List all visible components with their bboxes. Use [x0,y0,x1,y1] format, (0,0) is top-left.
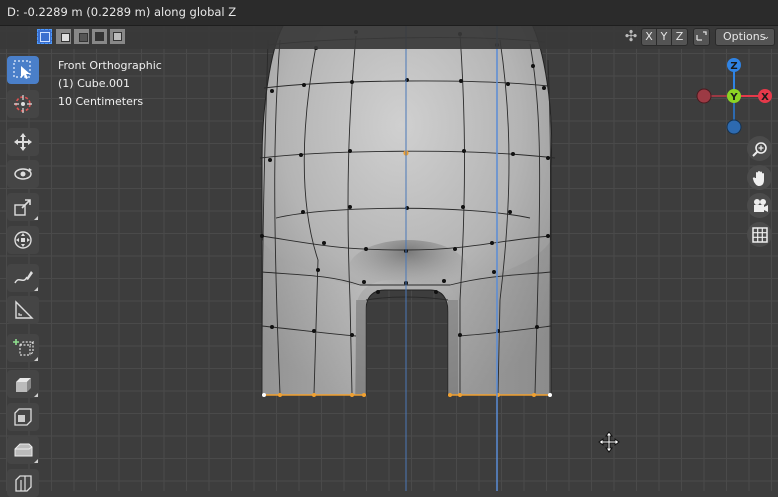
gizmo-x-label: X [761,92,769,103]
select-intersect-icon[interactable] [110,29,125,44]
gizmo-neg-x [696,88,712,104]
gizmo-neg-z [726,119,742,135]
select-difference-icon[interactable] [92,29,107,44]
axis-y-toggle[interactable]: Y [656,28,672,46]
inset-faces-tool[interactable] [7,403,39,431]
options-label: Options [723,30,766,43]
select-new-icon[interactable] [37,29,52,44]
bevel-tool[interactable] [7,436,39,464]
ruler-icon [15,300,34,319]
scale-icon [14,199,31,216]
add-cube-tool[interactable] [7,334,39,362]
loop-cut-tool[interactable] [7,469,39,497]
active-object-name: (1) Cube.001 [58,77,130,90]
extrude-icon [16,378,31,392]
select-box-icon [13,60,31,79]
rotate-icon [14,168,32,180]
zoom-button[interactable] [747,136,772,161]
status-header: D: -0.2289 m (0.2289 m) along global Z [0,0,778,26]
camera-view-button[interactable] [747,193,772,218]
move-icon [14,133,32,151]
transform-status-text: D: -0.2289 m (0.2289 m) along global Z [7,5,237,19]
bevel-icon [14,443,33,457]
view-name: Front Orthographic [58,59,162,72]
grid-icon [751,226,768,243]
measure-tool[interactable] [7,296,39,324]
axis-z-toggle[interactable]: Z [671,28,688,46]
move-cursor-icon [598,431,620,453]
move-tool[interactable] [7,128,39,156]
chevron-down-icon: ⌄ [762,32,770,42]
transform-pivot-icon[interactable]: ✣ [620,28,642,46]
scale-tool[interactable] [7,193,39,221]
pan-hand-icon [752,170,764,186]
navigation-gizmo[interactable]: X Z Y [694,56,776,138]
rotate-tool[interactable] [7,160,39,188]
gizmo-y-label: Y [729,92,738,103]
select-box-tool[interactable] [7,56,39,84]
extrude-region-tool[interactable] [7,370,39,398]
toggle-ortho-button[interactable] [747,222,772,247]
inset-icon [14,408,32,426]
camera-icon [753,198,768,212]
select-subtract-icon[interactable] [74,29,89,44]
snap-icon[interactable] [693,28,710,46]
pan-button[interactable] [747,165,772,190]
axis-x-toggle[interactable]: X [641,28,657,46]
viewport-info: Front Orthographic (1) Cube.001 10 Centi… [58,57,162,111]
grid-scale-label: 10 Centimeters [58,95,144,108]
annotate-tool[interactable] [7,264,39,292]
transform-tool[interactable] [7,226,39,254]
select-extend-icon[interactable] [56,29,71,44]
cursor-icon [14,95,32,113]
annotate-icon [14,271,33,284]
zoom-icon [751,141,767,157]
cursor-tool[interactable] [7,90,39,118]
options-dropdown[interactable]: Options ⌄ [715,28,775,46]
gizmo-z-label: Z [730,61,737,72]
add-cube-icon [13,339,34,356]
transform-icon [14,231,32,249]
